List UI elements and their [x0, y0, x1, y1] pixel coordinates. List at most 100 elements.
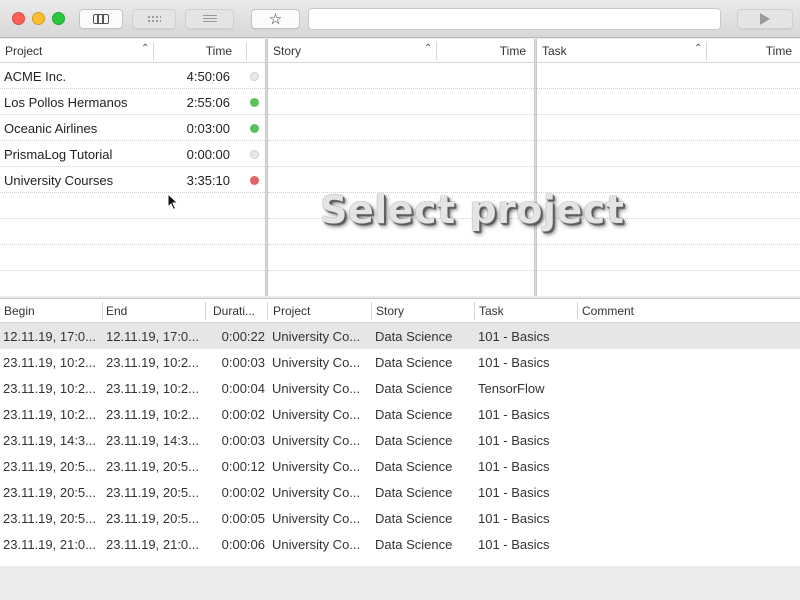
task-pane: Task ⌃ Time	[537, 39, 800, 296]
duration-cell: 0:00:06	[221, 537, 265, 552]
end-cell: 23.11.19, 10:2...	[106, 355, 199, 370]
star-icon: ☆	[268, 10, 283, 28]
time-column-header[interactable]: Time	[206, 44, 232, 58]
story-list	[268, 63, 534, 271]
project-time: 0:03:00	[186, 121, 230, 136]
project-column-header[interactable]: Project	[5, 44, 42, 58]
project-name: University Courses	[4, 173, 114, 188]
end-cell: 23.11.19, 10:2...	[106, 407, 199, 422]
favorite-button[interactable]: ☆	[251, 9, 300, 29]
project-name: PrismaLog Tutorial	[4, 147, 113, 162]
project-row[interactable]: PrismaLog Tutorial 0:00:00	[0, 141, 265, 167]
duration-cell: 0:00:03	[221, 355, 265, 370]
story-header: Story ⌃ Time	[268, 39, 534, 63]
sort-ascending-icon[interactable]: ⌃	[141, 43, 149, 54]
minimize-window-button[interactable]	[32, 12, 45, 25]
comment-column-header[interactable]: Comment	[582, 304, 634, 318]
status-dot-icon	[250, 72, 259, 81]
begin-cell: 23.11.19, 20:5...	[3, 459, 96, 474]
end-cell: 23.11.19, 20:5...	[106, 459, 199, 474]
end-cell: 23.11.19, 14:3...	[106, 433, 199, 448]
story-cell: Data Science	[375, 329, 453, 344]
begin-cell: 23.11.19, 21:0...	[3, 537, 96, 552]
maximize-window-button[interactable]	[52, 12, 65, 25]
project-row[interactable]: University Courses 3:35:10	[0, 167, 265, 193]
begin-cell: 23.11.19, 10:2...	[3, 355, 96, 370]
time-column-header[interactable]: Time	[766, 44, 792, 58]
begin-cell: 23.11.19, 20:5...	[3, 511, 96, 526]
project-row[interactable]: Los Pollos Hermanos 2:55:06	[0, 89, 265, 115]
project-list: ACME Inc. 4:50:06 Los Pollos Hermanos 2:55:…	[0, 63, 265, 271]
task-cell: 101 - Basics	[478, 459, 550, 474]
list-icon	[202, 14, 217, 24]
search-input[interactable]	[308, 8, 721, 30]
start-timer-button[interactable]	[737, 9, 793, 29]
story-column-header[interactable]: Story	[273, 44, 301, 58]
status-dot-icon	[250, 176, 259, 185]
status-dot-icon	[250, 150, 259, 159]
duration-cell: 0:00:02	[221, 485, 265, 500]
task-column-header[interactable]: Task	[542, 44, 567, 58]
project-column-header[interactable]: Project	[273, 304, 310, 318]
begin-cell: 23.11.19, 14:3...	[3, 433, 96, 448]
task-cell: 101 - Basics	[478, 355, 550, 370]
end-cell: 23.11.19, 20:5...	[106, 511, 199, 526]
play-icon	[760, 13, 770, 25]
duration-cell: 0:00:22	[221, 329, 265, 344]
table-row[interactable]: 23.11.19, 20:5... 23.11.19, 20:5... 0:00:1…	[0, 453, 800, 479]
table-row[interactable]: 23.11.19, 20:5... 23.11.19, 20:5... 0:00:0…	[0, 505, 800, 531]
project-time: 3:35:10	[186, 173, 230, 188]
begin-cell: 23.11.19, 10:2...	[3, 381, 96, 396]
begin-cell: 23.11.19, 20:5...	[3, 485, 96, 500]
end-column-header[interactable]: End	[106, 304, 127, 318]
story-pane: Story ⌃ Time	[268, 39, 534, 296]
status-bar	[0, 566, 800, 600]
table-row[interactable]: 23.11.19, 10:2... 23.11.19, 10:2... 0:00:0…	[0, 401, 800, 427]
task-list	[537, 63, 800, 271]
project-header: Project ⌃ Time	[0, 39, 265, 63]
task-cell: 101 - Basics	[478, 511, 550, 526]
begin-cell: 23.11.19, 10:2...	[3, 407, 96, 422]
duration-cell: 0:00:03	[221, 433, 265, 448]
project-cell: University Co...	[272, 329, 361, 344]
table-row[interactable]: 23.11.19, 21:0... 23.11.19, 21:0... 0:00:0…	[0, 531, 800, 557]
table-row[interactable]: 12.11.19, 17:0... 12.11.19, 17:0... 0:00:2…	[0, 323, 800, 349]
end-cell: 23.11.19, 20:5...	[106, 485, 199, 500]
status-dot-icon	[250, 124, 259, 133]
grid-view-button[interactable]	[132, 9, 176, 29]
close-window-button[interactable]	[12, 12, 25, 25]
duration-cell: 0:00:02	[221, 407, 265, 422]
project-name: ACME Inc.	[4, 69, 67, 84]
project-name: Oceanic Airlines	[4, 121, 98, 136]
table-row[interactable]: 23.11.19, 14:3... 23.11.19, 14:3... 0:00:0…	[0, 427, 800, 453]
sort-ascending-icon[interactable]: ⌃	[694, 43, 702, 54]
story-column-header[interactable]: Story	[376, 304, 404, 318]
project-row[interactable]: ACME Inc. 4:50:06	[0, 63, 265, 89]
column-view-button[interactable]	[79, 9, 123, 29]
duration-column-header[interactable]: Durati...	[213, 304, 255, 318]
log-table-header: Begin End Durati... Project Story Task C…	[0, 299, 800, 323]
story-cell: Data Science	[375, 433, 453, 448]
project-name: Los Pollos Hermanos	[4, 95, 128, 110]
task-column-header[interactable]: Task	[479, 304, 504, 318]
begin-column-header[interactable]: Begin	[4, 304, 35, 318]
project-cell: University Co...	[272, 355, 361, 370]
task-cell: 101 - Basics	[478, 537, 550, 552]
columns-icon	[93, 14, 109, 24]
project-cell: University Co...	[272, 485, 361, 500]
duration-cell: 0:00:04	[221, 381, 265, 396]
project-row[interactable]: Oceanic Airlines 0:03:00	[0, 115, 265, 141]
story-cell: Data Science	[375, 355, 453, 370]
list-view-button[interactable]	[185, 9, 234, 29]
story-cell: Data Science	[375, 537, 453, 552]
sort-ascending-icon[interactable]: ⌃	[424, 43, 432, 54]
table-row[interactable]: 23.11.19, 10:2... 23.11.19, 10:2... 0:00:0…	[0, 375, 800, 401]
task-cell: 101 - Basics	[478, 329, 550, 344]
project-time: 4:50:06	[186, 69, 230, 84]
time-column-header[interactable]: Time	[500, 44, 526, 58]
task-cell: 101 - Basics	[478, 407, 550, 422]
story-cell: Data Science	[375, 407, 453, 422]
table-row[interactable]: 23.11.19, 20:5... 23.11.19, 20:5... 0:00:0…	[0, 479, 800, 505]
table-row[interactable]: 23.11.19, 10:2... 23.11.19, 10:2... 0:00:0…	[0, 349, 800, 375]
story-cell: Data Science	[375, 381, 453, 396]
